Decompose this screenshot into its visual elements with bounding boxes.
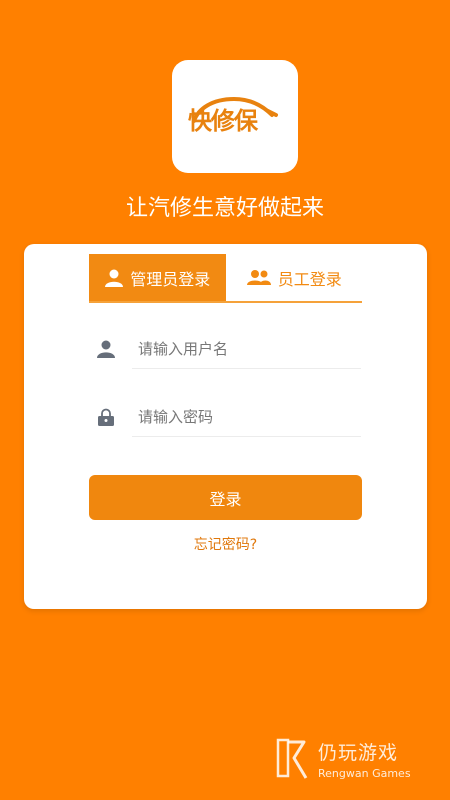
lock-icon bbox=[88, 408, 124, 426]
rengwan-logo-icon bbox=[276, 738, 308, 779]
username-input[interactable] bbox=[132, 329, 361, 369]
login-button[interactable]: 登录 bbox=[89, 475, 362, 520]
tab-admin-login[interactable]: 管理员登录 bbox=[89, 254, 226, 301]
forgot-password-link[interactable]: 忘记密码? bbox=[24, 534, 427, 554]
app-logo: 快修保 bbox=[172, 60, 298, 173]
logo-mark: 快修保 bbox=[180, 87, 290, 147]
people-icon bbox=[246, 269, 271, 285]
user-icon bbox=[88, 340, 124, 358]
tab-staff-label: 员工登录 bbox=[277, 269, 342, 289]
slogan: 让汽修生意好做起来 bbox=[125, 196, 324, 221]
username-row bbox=[88, 329, 361, 369]
watermark-title: 仍玩游戏 bbox=[318, 742, 399, 764]
password-row bbox=[88, 397, 361, 437]
login-tabs: 管理员登录 员工登录 bbox=[89, 254, 362, 303]
logo-text: 快修保 bbox=[188, 106, 258, 135]
password-input[interactable] bbox=[132, 397, 361, 437]
watermark: 仍玩游戏 Rengwan Games bbox=[272, 734, 442, 784]
tab-staff-login[interactable]: 员工登录 bbox=[226, 254, 363, 301]
person-icon bbox=[105, 269, 124, 287]
tab-admin-label: 管理员登录 bbox=[130, 269, 211, 289]
login-card: 管理员登录 员工登录 请输入用户名 登录 忘记密码? bbox=[24, 244, 427, 609]
watermark-subtitle: Rengwan Games bbox=[318, 767, 411, 780]
